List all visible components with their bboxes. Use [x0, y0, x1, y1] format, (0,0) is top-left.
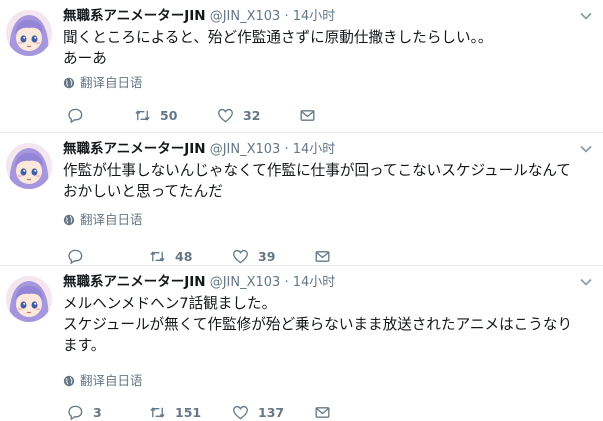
- like-button[interactable]: 137: [232, 402, 314, 421]
- avatar-image: [6, 143, 52, 189]
- tweet-timestamp[interactable]: 14小时: [293, 275, 336, 290]
- separator-dot: ·: [284, 275, 289, 290]
- tweet-text-line: 聞くところによると、殆ど作監通さずに原動仕撒きしたらしい。。: [63, 29, 493, 46]
- retweet-count: 151: [175, 404, 202, 420]
- tweet-text-line: おかしいと思ってたんだ: [63, 183, 223, 200]
- retweet-button[interactable]: 48: [149, 246, 232, 266]
- tweet-text-line: あーあ: [63, 50, 107, 67]
- direct-message-button[interactable]: [299, 105, 316, 125]
- retweet-button[interactable]: 50: [134, 105, 217, 125]
- envelope-icon: [300, 109, 315, 121]
- translate-label: 翻译自日语: [80, 373, 143, 388]
- tweet-text: 作監が仕事しないんじゃなくて作監に仕事が回ってこないスケジュールなんて おかしい…: [63, 160, 595, 202]
- globe-icon: [63, 214, 75, 226]
- retweet-icon: [135, 109, 150, 121]
- tweet-header: 無職系アニメーターJIN @JIN_X103 · 14小时: [63, 272, 563, 292]
- reply-icon: [68, 108, 83, 123]
- tweet-timestamp[interactable]: 14小时: [293, 9, 336, 24]
- tweet-text: メルヘンメドヘン7話観ました。 スケジュールが無くて作監修が殆ど乗らないまま放送…: [63, 293, 595, 356]
- tweet[interactable]: 無職系アニメーターJIN @JIN_X103 · 14小时 メルヘンメドヘン7話…: [0, 266, 603, 421]
- chevron-down-icon[interactable]: [579, 8, 593, 22]
- envelope-icon: [315, 406, 330, 418]
- translate-link[interactable]: 翻译自日语: [63, 211, 143, 229]
- reply-icon: [68, 249, 83, 264]
- author-name[interactable]: 無職系アニメーターJIN: [63, 141, 206, 157]
- avatar[interactable]: [6, 143, 52, 189]
- avatar-image: [6, 276, 52, 322]
- tweet-text-line: 作監が仕事しないんじゃなくて作監に仕事が回ってこないスケジュールなんて: [63, 162, 571, 179]
- like-button[interactable]: 39: [232, 246, 314, 266]
- tweet-text-line: メルヘンメドヘン7話観ました。: [63, 295, 277, 312]
- heart-icon: [218, 108, 233, 122]
- reply-count: 3: [93, 404, 102, 420]
- reply-button[interactable]: 3: [67, 402, 149, 421]
- tweet-timeline: 無職系アニメーターJIN @JIN_X103 · 14小时 聞くところによると、…: [0, 0, 603, 421]
- author-handle[interactable]: @JIN_X103: [210, 9, 281, 24]
- like-count: 39: [258, 248, 276, 264]
- like-button[interactable]: 32: [217, 105, 299, 125]
- translate-label: 翻译自日语: [80, 75, 143, 90]
- separator-dot: ·: [284, 142, 289, 157]
- retweet-icon: [150, 250, 165, 262]
- avatar[interactable]: [6, 276, 52, 322]
- reply-button[interactable]: [67, 105, 134, 125]
- retweet-button[interactable]: 151: [149, 402, 232, 421]
- globe-icon: [63, 375, 75, 387]
- retweet-icon: [150, 406, 165, 418]
- tweet-text-line: スケジュールが無くて作監修が殆ど乗らないまま放送されたアニメはこうなり: [63, 316, 573, 333]
- tweet-text: 聞くところによると、殆ど作監通さずに原動仕撒きしたらしい。。 あーあ: [63, 27, 595, 69]
- tweet-header: 無職系アニメーターJIN @JIN_X103 · 14小时: [63, 139, 563, 159]
- direct-message-button[interactable]: [314, 246, 331, 266]
- author-handle[interactable]: @JIN_X103: [210, 275, 281, 290]
- chevron-down-icon[interactable]: [579, 274, 593, 288]
- avatar-image: [6, 10, 52, 56]
- tweet-actions: 3 151 137: [67, 402, 331, 421]
- separator-dot: ·: [284, 9, 289, 24]
- author-handle[interactable]: @JIN_X103: [210, 142, 281, 157]
- translate-link[interactable]: 翻译自日语: [63, 74, 143, 92]
- translate-link[interactable]: 翻译自日语: [63, 372, 143, 390]
- retweet-count: 48: [175, 248, 193, 264]
- like-count: 32: [243, 107, 261, 123]
- tweet-timestamp[interactable]: 14小时: [293, 142, 336, 157]
- tweet-header: 無職系アニメーターJIN @JIN_X103 · 14小时: [63, 6, 563, 26]
- avatar[interactable]: [6, 10, 52, 56]
- author-name[interactable]: 無職系アニメーターJIN: [63, 8, 206, 24]
- direct-message-button[interactable]: [314, 402, 331, 421]
- globe-icon: [63, 77, 75, 89]
- tweet-actions: 50 32: [67, 105, 316, 125]
- tweet-text-line: ます。: [63, 337, 106, 354]
- chevron-down-icon[interactable]: [579, 141, 593, 155]
- tweet-actions: 48 39: [67, 246, 331, 266]
- like-count: 137: [258, 404, 285, 420]
- translate-label: 翻译自日语: [80, 212, 143, 227]
- envelope-icon: [315, 250, 330, 262]
- tweet[interactable]: 無職系アニメーターJIN @JIN_X103 · 14小时 作監が仕事しないんじ…: [0, 133, 603, 266]
- heart-icon: [233, 405, 248, 419]
- retweet-count: 50: [160, 107, 178, 123]
- reply-icon: [68, 405, 83, 420]
- heart-icon: [233, 249, 248, 263]
- author-name[interactable]: 無職系アニメーターJIN: [63, 274, 206, 290]
- tweet[interactable]: 無職系アニメーターJIN @JIN_X103 · 14小时 聞くところによると、…: [0, 0, 603, 133]
- reply-button[interactable]: [67, 246, 149, 266]
